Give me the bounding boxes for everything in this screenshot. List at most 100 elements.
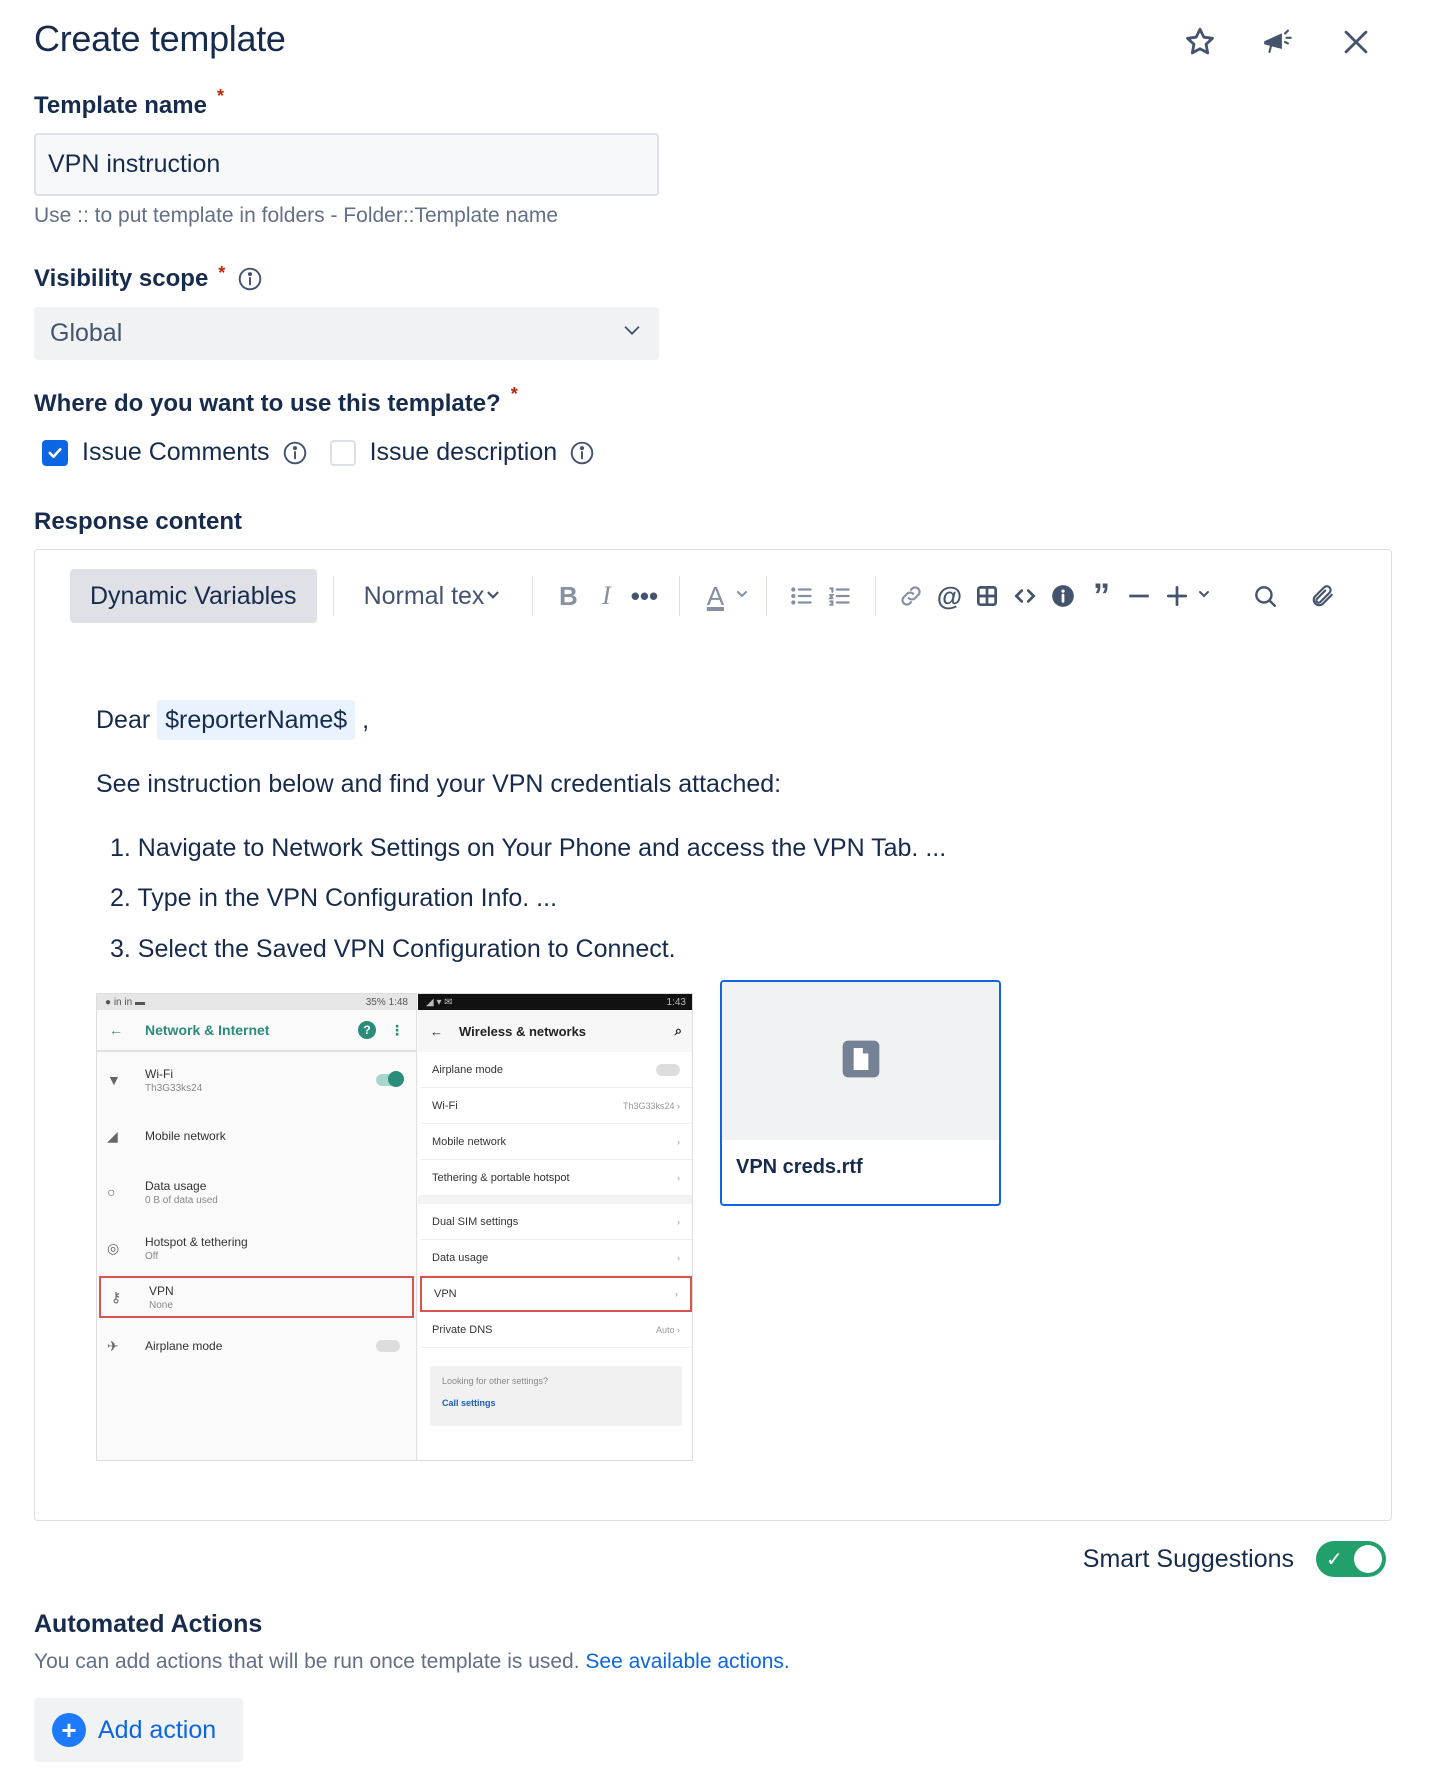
search-icon[interactable] — [1248, 579, 1282, 613]
status-bar-right: 1:43 — [666, 996, 686, 1008]
add-action-button[interactable]: + Add action — [34, 1698, 243, 1762]
issue-description-checkbox[interactable] — [329, 439, 356, 466]
network-internet-screen: ● in in ▬ 35% 1:48 ← Network & Internet … — [97, 994, 417, 1460]
list-item: 3. Select the Saved VPN Configuration to… — [110, 935, 676, 963]
other-settings-text: Looking for other settings? — [442, 1376, 549, 1386]
bullet-list-icon[interactable] — [785, 579, 819, 613]
row-sub: Th3G33ks24 — [145, 1082, 203, 1094]
issue-comments-option[interactable]: Issue Comments — [42, 438, 308, 467]
required-marker: * — [510, 384, 518, 404]
info-icon[interactable] — [282, 440, 308, 466]
usage-options: Issue Comments Issue description — [42, 438, 617, 467]
bold-icon[interactable]: B — [551, 579, 585, 613]
toggle-knob — [1354, 1545, 1382, 1573]
visibility-label: Visibility scope * — [34, 263, 263, 293]
mention-icon[interactable]: @ — [932, 579, 966, 613]
airplane-icon: ✈ — [107, 1337, 119, 1354]
smart-suggestions-toggle[interactable]: ✓ — [1316, 1541, 1386, 1577]
status-bar-left: ● in in ▬ — [105, 996, 145, 1008]
visibility-label-text: Visibility scope — [34, 265, 209, 292]
template-name-label-text: Template name — [34, 92, 207, 119]
issue-comments-checkbox[interactable] — [42, 439, 68, 466]
settings-row-highlighted: ⚷ VPN None — [99, 1276, 414, 1318]
template-name-input[interactable]: VPN instruction — [34, 133, 659, 196]
file-icon — [839, 1037, 883, 1086]
close-icon[interactable] — [1336, 22, 1376, 62]
smart-suggestions-label: Smart Suggestions — [1082, 1544, 1294, 1573]
screen-title: Wireless & networks — [459, 1023, 587, 1039]
settings-row: Wi-Fi Th3G33ks24 › — [420, 1088, 692, 1124]
italic-icon[interactable]: I — [589, 579, 623, 613]
code-icon[interactable] — [1008, 579, 1042, 613]
other-settings-box: Looking for other settings? Call setting… — [430, 1366, 682, 1426]
text-color-icon[interactable]: A — [698, 579, 732, 613]
megaphone-icon[interactable] — [1258, 22, 1298, 62]
file-attachment-card[interactable]: VPN creds.rtf — [720, 980, 1001, 1206]
row-title: VPN — [434, 1288, 457, 1300]
dynamic-variable-chip[interactable]: $reporterName$ — [157, 700, 356, 740]
intro-text: See instruction below and find your VPN … — [96, 770, 782, 798]
row-title: Private DNS — [432, 1323, 493, 1336]
list-item: 2. Type in the VPN Configuration Info. .… — [110, 884, 558, 912]
row-title: Hotspot & tethering — [145, 1234, 248, 1249]
quote-icon[interactable]: ” — [1084, 577, 1118, 615]
numbered-list-icon[interactable] — [823, 579, 857, 613]
automated-actions-text: You can add actions that will be run onc… — [34, 1650, 580, 1673]
row-sub: None — [149, 1299, 173, 1311]
automated-actions-title: Automated Actions — [34, 1610, 263, 1638]
row-value: › — [675, 1289, 678, 1299]
toolbar-divider — [679, 576, 681, 616]
attachment-icon[interactable] — [1306, 579, 1340, 613]
file-preview — [722, 982, 999, 1140]
automated-actions-description: You can add actions that will be run onc… — [34, 1650, 790, 1674]
embedded-phone-screenshot[interactable]: ● in in ▬ 35% 1:48 ← Network & Internet … — [96, 993, 693, 1461]
divider-icon[interactable] — [1122, 579, 1156, 613]
help-icon: ? — [358, 1021, 376, 1039]
link-icon[interactable] — [894, 579, 928, 613]
more-vert-icon: ⋮ — [390, 1021, 404, 1038]
key-icon: ⚷ — [111, 1288, 122, 1305]
visibility-select[interactable]: Global — [34, 307, 659, 360]
chevron-down-icon[interactable] — [1196, 586, 1212, 607]
toolbar-divider — [332, 576, 334, 616]
settings-row: ✈ Airplane mode — [97, 1318, 416, 1374]
info-panel-icon[interactable] — [1046, 579, 1080, 613]
row-title: Airplane mode — [432, 1063, 503, 1076]
status-bar: ◢ ▾ ✉ 1:43 — [418, 994, 692, 1010]
settings-row: ◢ Mobile network — [97, 1108, 416, 1164]
info-icon[interactable] — [237, 266, 263, 292]
more-formatting-icon[interactable]: ••• — [627, 579, 661, 613]
insert-plus-icon[interactable] — [1160, 579, 1194, 613]
visibility-selected-value: Global — [50, 319, 123, 347]
issue-description-option[interactable]: Issue description — [329, 438, 596, 467]
greeting-text: Dear — [96, 706, 151, 734]
row-value: Auto › — [655, 1324, 680, 1335]
app-bar: ← Network & Internet ? ⋮ — [97, 1010, 416, 1052]
chevron-down-icon[interactable] — [734, 586, 750, 607]
greeting-suffix: , — [362, 706, 370, 734]
row-sub: 0 B of data used — [145, 1194, 218, 1206]
back-arrow-icon: ← — [430, 1023, 443, 1039]
row-title: Airplane mode — [145, 1339, 223, 1353]
settings-row: ▼ Wi-Fi Th3G33ks24 — [97, 1052, 416, 1108]
row-value: › — [677, 1216, 680, 1227]
wifi-icon: ▼ — [107, 1072, 121, 1088]
response-content-label: Response content — [34, 508, 243, 535]
settings-row: Private DNS Auto › — [420, 1312, 692, 1348]
settings-row: Dual SIM settings › — [420, 1204, 692, 1240]
list-item: 1. Navigate to Network Settings on Your … — [110, 834, 947, 862]
row-title: Wi-Fi — [145, 1066, 173, 1081]
status-bar-left: ◢ ▾ ✉ — [426, 996, 453, 1008]
info-icon[interactable] — [569, 440, 595, 466]
wireless-networks-screen: ◢ ▾ ✉ 1:43 ← Wireless & networks ⌕ Airpl… — [418, 994, 692, 1460]
text-style-dropdown[interactable]: Normal tex — [350, 582, 517, 611]
signal-icon: ◢ — [107, 1127, 118, 1144]
dynamic-variables-button[interactable]: Dynamic Variables — [70, 569, 317, 623]
star-icon[interactable] — [1180, 22, 1220, 62]
app-bar: ← Wireless & networks ⌕ — [418, 1010, 692, 1052]
see-available-actions-link[interactable]: See available actions. — [585, 1650, 789, 1673]
row-value: › — [677, 1172, 680, 1183]
usage-label-text: Where do you want to use this template? — [34, 390, 501, 417]
plus-circle-icon: + — [52, 1713, 86, 1747]
table-icon[interactable] — [970, 579, 1004, 613]
